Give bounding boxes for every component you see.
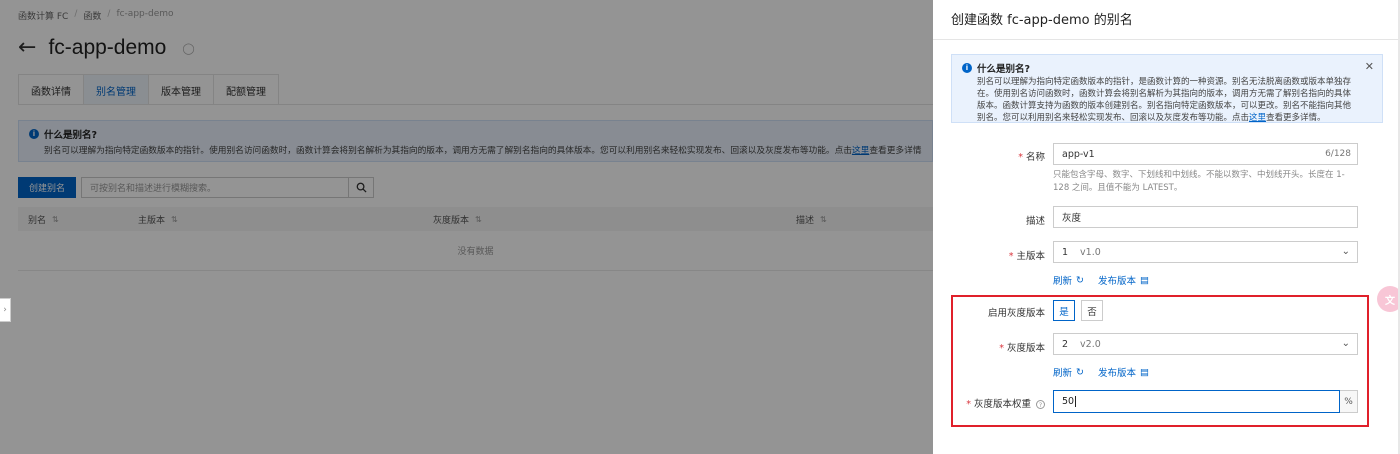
publish-label: 发布版本 — [1097, 368, 1136, 379]
gray-enable-label: 启用灰度版本 — [933, 305, 1045, 319]
main-version-actions: 刷新 ↻ 发布版本 ▤ — [1053, 273, 1149, 288]
gray-weight-value: 50 — [1062, 396, 1075, 407]
gray-version-number: 2 — [1062, 338, 1069, 350]
main-version-select[interactable]: 1 v1.0 ⌄ — [1053, 241, 1358, 263]
sidebar-expand-icon[interactable]: › — [0, 298, 11, 322]
required-mark: * — [1008, 251, 1014, 262]
gray-version-label-text: 灰度版本 — [1006, 343, 1045, 354]
description-label-text: 描述 — [1025, 216, 1045, 227]
gray-enable-label-text: 启用灰度版本 — [987, 308, 1045, 319]
publish-label: 发布版本 — [1097, 276, 1136, 287]
drawer-info-link[interactable]: 这里 — [1249, 113, 1266, 123]
text-cursor — [1075, 396, 1077, 407]
create-alias-drawer: 创建函数 fc-app-demo 的别名 i 什么是别名? 别名可以理解为指向特… — [933, 0, 1400, 454]
main-version-number: 1 — [1062, 246, 1069, 258]
gray-enable-no-button[interactable]: 否 — [1081, 300, 1103, 321]
modal-overlay[interactable] — [0, 0, 933, 454]
required-mark: * — [966, 399, 971, 410]
publish-version-link[interactable]: 发布版本 ▤ — [1097, 365, 1149, 380]
alias-name-input[interactable]: app-v1 6/128 — [1053, 143, 1358, 165]
percent-addon: % — [1340, 390, 1358, 413]
gray-weight-input[interactable]: 50 — [1053, 390, 1340, 413]
drawer-divider — [933, 39, 1400, 40]
description-label: 描述 — [933, 213, 1045, 227]
gray-version-select[interactable]: 2 v2.0 ⌄ — [1053, 333, 1358, 355]
info-icon: i — [962, 63, 972, 73]
name-label: * 名称 — [933, 149, 1045, 163]
chevron-down-icon: ⌄ — [1341, 246, 1350, 257]
help-icon[interactable]: ? — [1036, 400, 1045, 409]
refresh-link[interactable]: 刷新 ↻ — [1053, 273, 1084, 288]
gray-version-name: v2.0 — [1080, 338, 1101, 350]
close-icon[interactable]: ✕ — [1365, 60, 1374, 73]
description-value: 灰度 — [1062, 213, 1082, 224]
name-hint: 只能包含字母、数字、下划线和中划线。不能以数字、中划线开头。长度在 1-128 … — [1053, 170, 1345, 193]
gray-weight-label-text: 灰度版本权重 — [973, 399, 1031, 410]
publish-version-link[interactable]: 发布版本 ▤ — [1097, 273, 1149, 288]
drawer-info-banner: i 什么是别名? 别名可以理解为指向特定函数版本的指针，是函数计算的一种资源。别… — [951, 54, 1383, 123]
gray-weight-label: * 灰度版本权重? — [933, 396, 1045, 410]
drawer-title: 创建函数 fc-app-demo 的别名 — [951, 13, 1133, 28]
refresh-icon: ↻ — [1076, 366, 1084, 378]
main-version-label-text: 主版本 — [1016, 251, 1045, 262]
gray-version-actions: 刷新 ↻ 发布版本 ▤ — [1053, 365, 1149, 380]
drawer-info-tail: 查看更多详情。 — [1266, 113, 1326, 123]
document-icon: ▤ — [1140, 274, 1149, 286]
refresh-label: 刷新 — [1053, 368, 1073, 379]
name-label-text: 名称 — [1025, 152, 1045, 163]
chevron-down-icon: ⌄ — [1341, 338, 1350, 349]
refresh-link[interactable]: 刷新 ↻ — [1053, 365, 1084, 380]
description-input[interactable]: 灰度 — [1053, 206, 1358, 228]
gray-enable-yes-button[interactable]: 是 — [1053, 300, 1075, 321]
refresh-icon: ↻ — [1076, 274, 1084, 286]
document-icon: ▤ — [1140, 366, 1149, 378]
drawer-info-text: 别名可以理解为指向特定函数版本的指针，是函数计算的一种资源。别名无法脱离函数或版… — [977, 76, 1372, 124]
main-version-name: v1.0 — [1080, 246, 1101, 258]
gray-version-label: * 灰度版本 — [933, 340, 1045, 354]
main-version-label: * 主版本 — [933, 248, 1045, 262]
drawer-info-title: 什么是别名? — [977, 64, 1031, 75]
refresh-label: 刷新 — [1053, 276, 1073, 287]
gray-enable-radio-group: 是 否 — [1053, 300, 1103, 321]
required-mark: * — [1018, 152, 1023, 163]
required-mark: * — [999, 343, 1004, 354]
name-char-count: 6/128 — [1325, 149, 1351, 159]
alias-name-value: app-v1 — [1062, 148, 1095, 160]
translate-icon[interactable]: 文 — [1377, 286, 1400, 312]
